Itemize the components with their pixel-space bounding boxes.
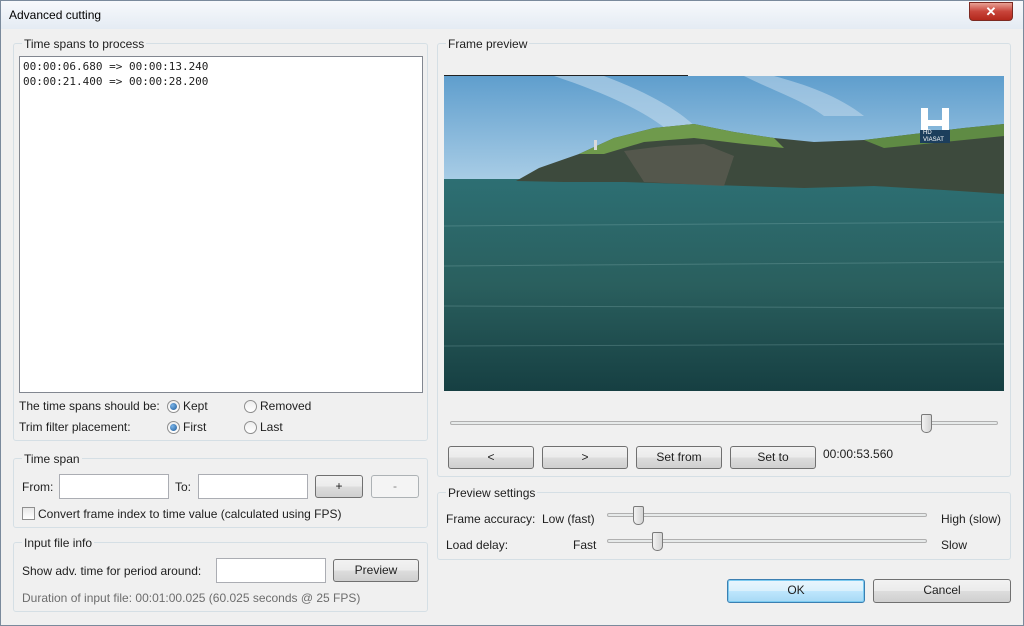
preview-button[interactable]: Preview [333,559,419,582]
accuracy-low-label: Low (fast) [542,512,595,526]
current-time-display: 00:00:53.560 [823,447,894,461]
frame-accuracy-thumb[interactable] [633,506,644,525]
time-spans-list[interactable]: 00:00:06.680 => 00:00:13.240 00:00:21.40… [19,56,423,393]
show-period-label: Show adv. time for period around: [22,564,202,578]
next-frame-button[interactable]: > [542,446,628,469]
convert-label[interactable]: Convert frame index to time value (calcu… [38,507,341,521]
from-label: From: [22,480,54,494]
last-radio-label[interactable]: Last [260,420,283,434]
convert-checkbox[interactable] [22,507,35,520]
last-radio[interactable] [244,421,257,434]
time-span-group-label: Time span [22,452,82,466]
accuracy-high-label: High (slow) [941,512,1002,526]
frame-preview-group-label: Frame preview [446,37,530,51]
first-radio[interactable] [167,421,180,434]
to-label: To: [175,480,192,494]
preview-settings-group: Preview settings [437,486,1011,560]
list-item[interactable]: 00:00:06.680 => 00:00:13.240 [23,59,419,74]
first-radio-label[interactable]: First [183,420,206,434]
close-button[interactable]: ✕ [969,2,1013,21]
set-from-button[interactable]: Set from [636,446,722,469]
add-span-button[interactable]: + [315,475,363,498]
kept-radio-label[interactable]: Kept [183,399,208,413]
removed-radio-label[interactable]: Removed [260,399,311,413]
frame-preview-image: HD VIASAT [444,76,1004,391]
time-spans-group-label: Time spans to process [22,37,147,51]
load-delay-thumb[interactable] [652,532,664,551]
preview-position-thumb[interactable] [920,414,932,433]
period-input[interactable] [216,558,326,583]
from-input[interactable] [59,474,169,499]
removed-radio[interactable] [244,400,257,413]
cancel-button[interactable]: Cancel [873,579,1011,603]
preview-scene: HD VIASAT [444,76,1004,391]
window-title: Advanced cutting [9,8,102,22]
delay-fast-label: Fast [573,538,597,552]
logo-hd-text: HD [923,130,932,136]
ok-button[interactable]: OK [727,579,865,603]
input-file-group-label: Input file info [22,536,95,550]
load-delay-label: Load delay: [446,538,509,552]
kept-radio[interactable] [167,400,180,413]
delay-slow-label: Slow [941,538,968,552]
advanced-cutting-window: Advanced cutting ✕ Time spans to process… [0,0,1024,626]
set-to-button[interactable]: Set to [730,446,816,469]
frame-accuracy-label: Frame accuracy: [446,512,536,526]
duration-text: Duration of input file: 00:01:00.025 (60… [22,591,361,605]
preview-position-track[interactable] [450,421,998,425]
to-input[interactable] [198,474,308,499]
logo-text: VIASAT [923,137,944,143]
frame-accuracy-track[interactable] [607,513,927,517]
title-bar[interactable]: Advanced cutting ✕ [1,1,1023,29]
preview-settings-group-label: Preview settings [446,486,538,500]
list-item[interactable]: 00:00:21.400 => 00:00:28.200 [23,74,419,89]
remove-span-button[interactable]: - [371,475,419,498]
kept-label: The time spans should be: [19,399,160,413]
trim-label: Trim filter placement: [19,420,131,434]
previous-frame-button[interactable]: < [448,446,534,469]
